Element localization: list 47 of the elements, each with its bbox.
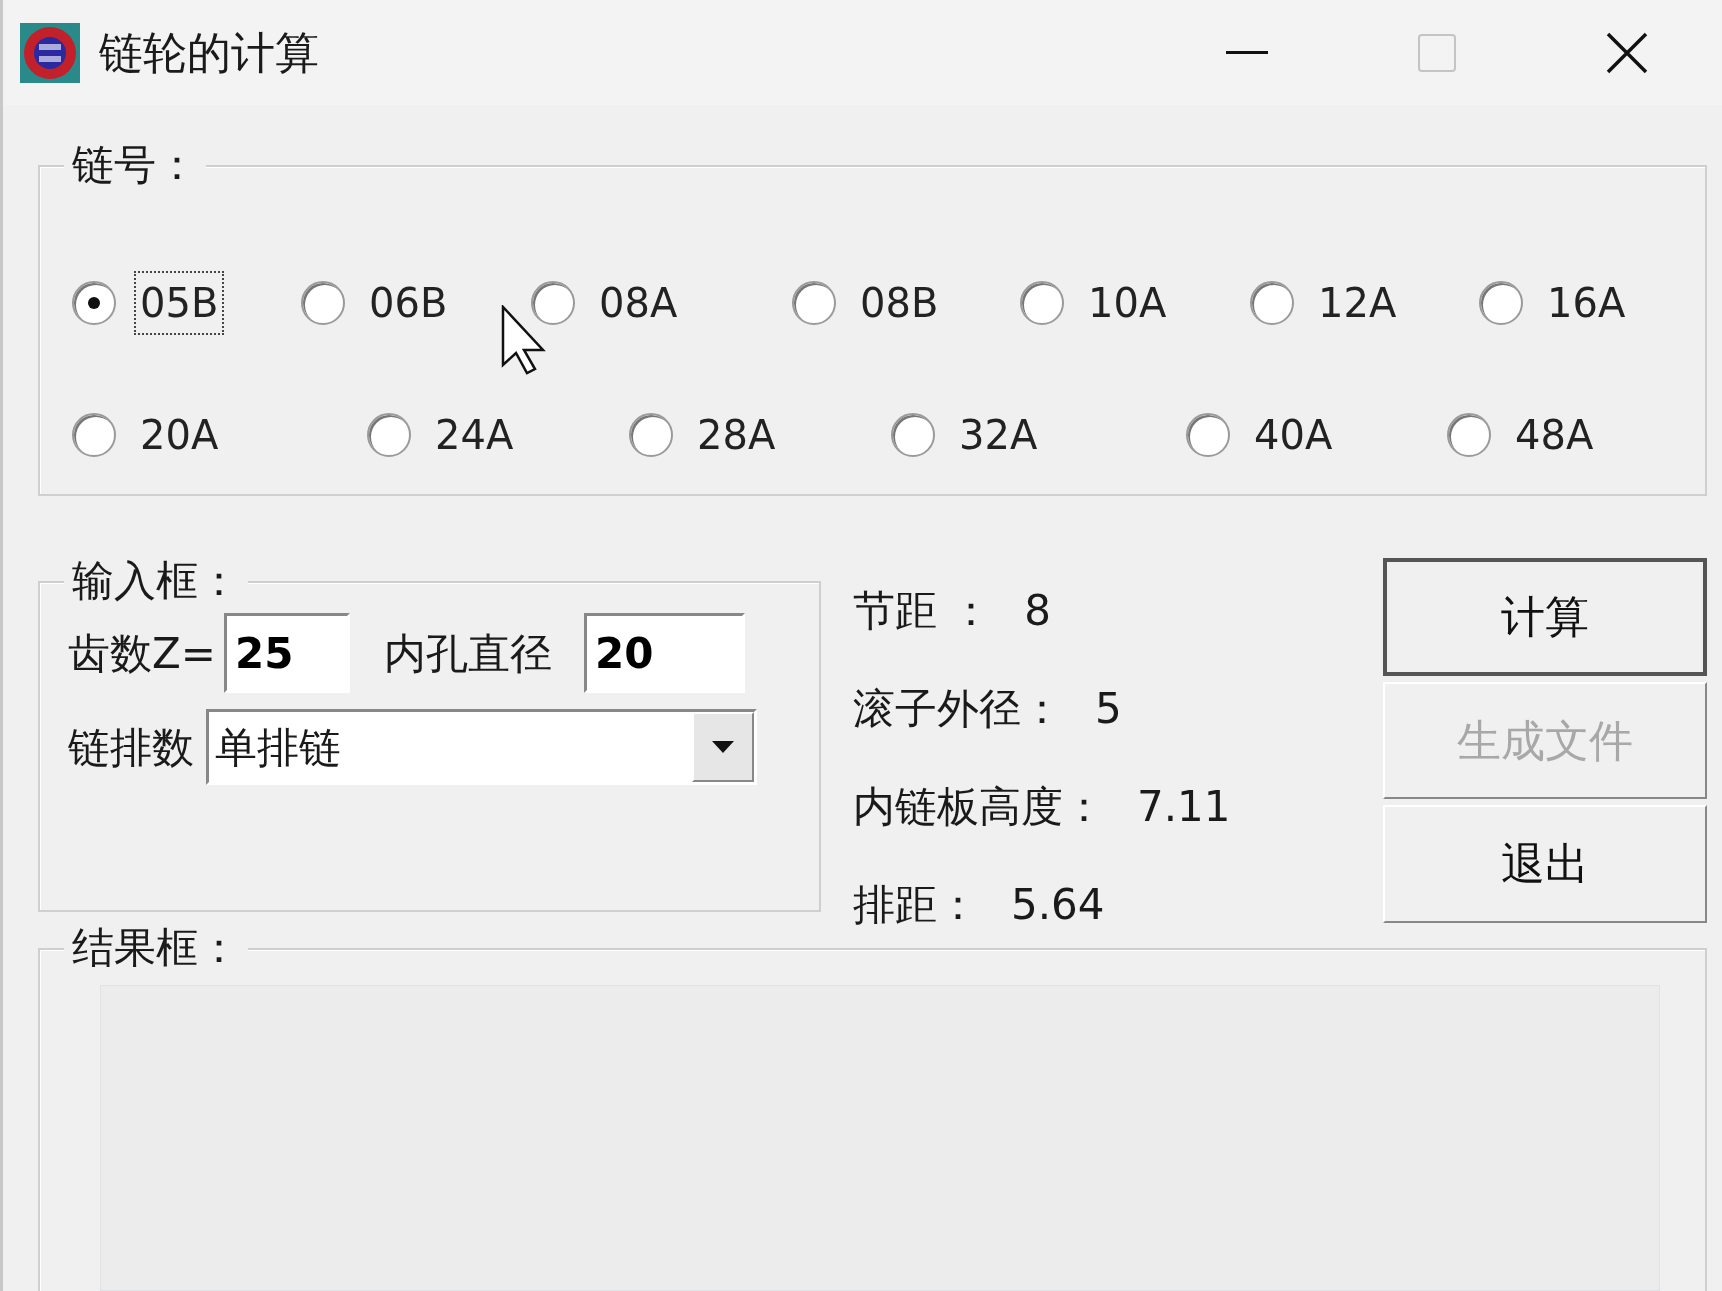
radio-label[interactable]: 08A (593, 271, 684, 335)
radio-label[interactable]: 24A (429, 403, 520, 467)
radio-button[interactable] (1020, 281, 1064, 325)
radio-label[interactable]: 28A (691, 403, 782, 467)
radio-label[interactable]: 08B (854, 271, 945, 335)
result-label: 排距： (853, 879, 979, 931)
result-value: 5.64 (1011, 879, 1105, 931)
radio-button[interactable] (1250, 281, 1294, 325)
radio-label[interactable]: 20A (134, 403, 225, 467)
dropdown[interactable]: 单排链 (206, 709, 757, 785)
result-label: 内链板高度： (853, 781, 1105, 833)
radio-button[interactable] (531, 281, 575, 325)
radio-button[interactable] (72, 281, 116, 325)
result-label: 滚子外径： (853, 683, 1063, 735)
input-field[interactable]: 25 (223, 613, 350, 693)
radio-label[interactable]: 32A (953, 403, 1044, 467)
radio-button[interactable] (72, 413, 116, 457)
action-button[interactable]: 计算 (1383, 558, 1707, 676)
close-icon (1606, 31, 1648, 74)
maximize-icon (1418, 33, 1456, 72)
result-value: 7.11 (1137, 781, 1231, 833)
caret-icon (712, 741, 734, 753)
field-label: 内孔直径 (383, 627, 552, 680)
result-value: 8 (1024, 585, 1052, 637)
radio-button[interactable] (367, 413, 411, 457)
radio-button[interactable] (1479, 281, 1523, 325)
radio-button[interactable] (891, 413, 935, 457)
window-title: 链轮的计算 (99, 25, 320, 80)
radio-label[interactable]: 05B (134, 271, 225, 335)
radio-label[interactable]: 10A (1082, 271, 1173, 335)
radio-label[interactable]: 12A (1312, 271, 1403, 335)
radio-label[interactable]: 06B (363, 271, 454, 335)
field-label: 链排数 (68, 721, 194, 774)
radio-button[interactable] (1186, 413, 1230, 457)
radio-button[interactable] (792, 281, 836, 325)
result-value: 5 (1095, 683, 1122, 735)
result-label: 节距 ： (853, 585, 993, 637)
radio-label[interactable]: 16A (1541, 271, 1632, 335)
radio-label[interactable]: 40A (1248, 403, 1339, 467)
radio-button[interactable] (629, 413, 673, 457)
action-button[interactable]: 退出 (1383, 805, 1707, 923)
radio-label[interactable]: 48A (1509, 403, 1600, 467)
radio-button[interactable] (301, 281, 345, 325)
input-field[interactable]: 20 (583, 613, 745, 693)
radio-button[interactable] (1447, 413, 1491, 457)
minimize-icon (1226, 50, 1268, 55)
field-label: 齿数Z= (68, 627, 216, 680)
